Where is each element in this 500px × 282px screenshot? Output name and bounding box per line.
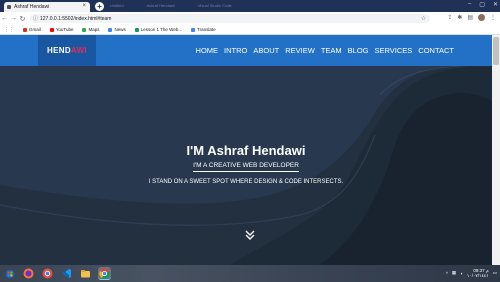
menu-kebab-icon[interactable]: ⋮ bbox=[490, 14, 496, 21]
browser-tab-active[interactable]: Ashraf Hendawi × bbox=[4, 2, 90, 12]
reload-icon[interactable]: ↻ bbox=[18, 15, 27, 23]
volume-icon[interactable]: ◖ bbox=[460, 271, 463, 276]
firefox-icon[interactable] bbox=[22, 267, 35, 280]
forward-icon[interactable]: → bbox=[9, 15, 18, 22]
maps-icon bbox=[82, 27, 87, 32]
logo-text-main: HEND bbox=[47, 46, 71, 55]
lesson-icon bbox=[134, 27, 139, 32]
notifications-icon[interactable]: ▭ bbox=[493, 270, 497, 276]
bookmark-star-icon[interactable]: ☆ bbox=[421, 15, 426, 22]
system-tray: ^ ▦ ◖ 09:37 م ١٠/٠٧/١٤٤١ ▭ bbox=[446, 268, 497, 278]
site-logo[interactable]: HEND AWI bbox=[38, 35, 96, 66]
url-input[interactable]: ⓘ 127.0.0.1:5502/index.html#team ☆ bbox=[30, 14, 430, 23]
hero-title: I'M Ashraf Hendawi bbox=[186, 143, 306, 158]
scrollbar-thumb[interactable] bbox=[493, 37, 499, 65]
ghost-tab[interactable]: Untitled bbox=[110, 3, 124, 8]
browser-tab-strip: Ashraf Hendawi × + Untitled Ashraf Henda… bbox=[0, 0, 500, 12]
vscode-icon[interactable] bbox=[60, 267, 73, 280]
url-text: 127.0.0.1:5502/index.html#team bbox=[40, 15, 112, 22]
bookmark-label: Translate bbox=[197, 27, 216, 32]
windows-taskbar: ^ ▦ ◖ 09:37 م ١٠/٠٧/١٤٤١ ▭ bbox=[0, 265, 500, 282]
apps-grid-icon[interactable]: ⋮⋮ bbox=[4, 27, 14, 33]
site-info-icon[interactable]: ⓘ bbox=[33, 15, 38, 22]
minimize-icon[interactable]: – bbox=[468, 1, 471, 8]
clock[interactable]: 09:37 م ١٠/٠٧/١٤٤١ bbox=[467, 268, 489, 278]
clock-date: ١٠/٠٧/١٤٤١ bbox=[466, 273, 489, 278]
bookmark-lesson[interactable]: Lesson 1 The Web... bbox=[134, 27, 183, 32]
youtube-icon bbox=[49, 27, 54, 32]
bookmark-label: YouTube bbox=[55, 27, 74, 32]
bookmark-maps[interactable]: Maps bbox=[82, 27, 99, 32]
bookmark-label: Lesson 1 The Web... bbox=[140, 27, 183, 32]
tab-title: Ashraf Hendawi bbox=[14, 4, 50, 10]
tray-chevron-icon[interactable]: ^ bbox=[446, 271, 448, 276]
taskbar-apps bbox=[3, 267, 111, 280]
bookmark-translate[interactable]: Translate bbox=[191, 27, 216, 32]
scroll-down-chevron-icon[interactable] bbox=[244, 229, 256, 241]
nav-about[interactable]: ABOUT bbox=[253, 46, 279, 55]
news-icon bbox=[108, 27, 113, 32]
maximize-icon[interactable]: ▢ bbox=[479, 1, 485, 8]
bookmark-label: News bbox=[114, 27, 126, 32]
bookmarks-bar: ⋮⋮ Gmail YouTube Maps News Lesson 1 The … bbox=[0, 25, 500, 35]
windows-start-icon[interactable] bbox=[3, 267, 16, 280]
ghost-tab[interactable]: Visual Studio Code bbox=[198, 3, 232, 8]
gmail-icon bbox=[23, 27, 27, 32]
bookmark-label: Maps bbox=[88, 27, 100, 32]
chrome-alt-icon[interactable] bbox=[41, 267, 54, 280]
hero-subtitle: I'M A CREATIVE WEB DEVELOPER bbox=[193, 162, 299, 172]
close-window-icon[interactable]: ✕ bbox=[493, 1, 498, 8]
window-controls: – ▢ ✕ bbox=[468, 1, 498, 8]
nav-team[interactable]: TEAM bbox=[321, 46, 342, 55]
nav-intro[interactable]: INTRO bbox=[224, 46, 247, 55]
screen: Ashraf Hendawi × + Untitled Ashraf Henda… bbox=[0, 0, 500, 282]
webpage: HEND AWI HOME INTRO ABOUT REVIEW TEAM BLO… bbox=[0, 35, 500, 265]
folder-icon[interactable] bbox=[79, 267, 92, 280]
network-icon[interactable]: ▦ bbox=[452, 270, 456, 276]
sidepanel-icon[interactable]: ▤ bbox=[467, 14, 473, 21]
address-bar-row: ← → ↻ ⓘ 127.0.0.1:5502/index.html#team ☆… bbox=[0, 12, 500, 25]
bookmark-news[interactable]: News bbox=[108, 27, 126, 32]
tab-favicon-icon bbox=[7, 5, 11, 9]
site-menu: HOME INTRO ABOUT REVIEW TEAM BLOG SERVIC… bbox=[196, 46, 454, 55]
chrome-icon[interactable] bbox=[98, 267, 111, 280]
ghost-tab[interactable]: Ashraf Hendawi bbox=[146, 3, 174, 8]
ghost-tabs: Untitled Ashraf Hendawi Visual Studio Co… bbox=[110, 3, 254, 8]
nav-contact[interactable]: CONTACT bbox=[418, 46, 454, 55]
hero-tagline: I STAND ON A SWEET SPOT WHERE DESIGN & C… bbox=[148, 179, 344, 185]
site-navbar: HEND AWI HOME INTRO ABOUT REVIEW TEAM BLO… bbox=[0, 35, 492, 66]
profile-avatar[interactable] bbox=[478, 14, 485, 21]
page-scrollbar[interactable] bbox=[492, 35, 500, 265]
extensions-area: ⇪ ✱ ▤ ⋮ bbox=[447, 14, 496, 21]
nav-services[interactable]: SERVICES bbox=[375, 46, 413, 55]
extensions-icon[interactable]: ✱ bbox=[457, 14, 462, 21]
tab-close-icon[interactable]: × bbox=[82, 3, 86, 9]
share-icon[interactable]: ⇪ bbox=[447, 14, 452, 21]
translate-icon bbox=[191, 27, 196, 32]
bookmark-label: Gmail bbox=[29, 27, 41, 32]
nav-review[interactable]: REVIEW bbox=[285, 46, 315, 55]
back-icon[interactable]: ← bbox=[0, 15, 9, 22]
new-tab-button[interactable]: + bbox=[95, 2, 104, 11]
logo-text-accent: AWI bbox=[70, 46, 87, 55]
bookmark-youtube[interactable]: YouTube bbox=[49, 27, 74, 32]
nav-blog[interactable]: BLOG bbox=[348, 46, 369, 55]
bookmark-gmail[interactable]: Gmail bbox=[23, 27, 41, 32]
nav-home[interactable]: HOME bbox=[196, 46, 219, 55]
